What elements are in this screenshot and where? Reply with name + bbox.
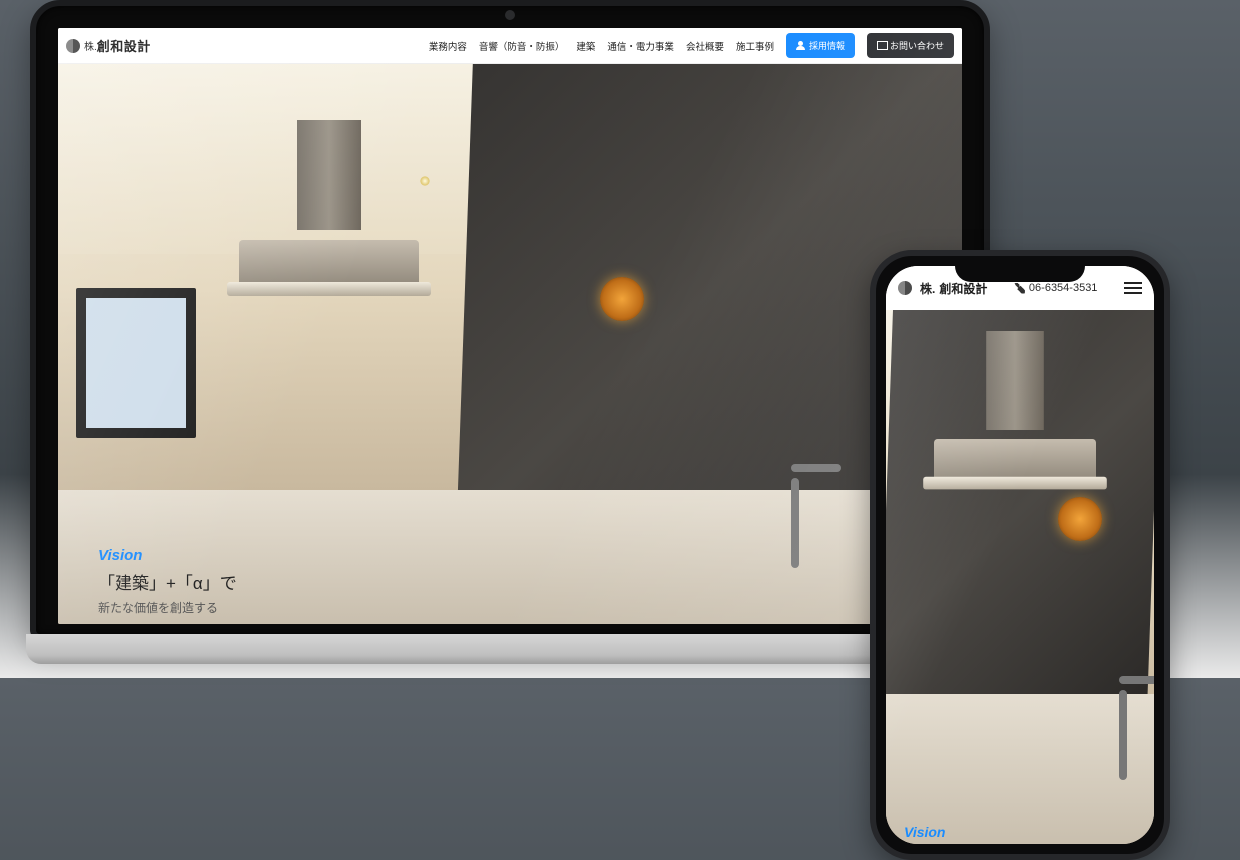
logo-icon [66, 39, 80, 53]
vision-headline: 「建築」+「α」で [98, 570, 237, 597]
range-hood [239, 120, 419, 290]
mobile-phone-link[interactable]: 06-6354-3531 [1014, 282, 1098, 294]
nav-item-architecture[interactable]: 建築 [576, 39, 595, 53]
range-hood [934, 331, 1096, 484]
range-hood-rim [227, 282, 431, 296]
laptop-base [26, 634, 994, 664]
hamburger-line-icon [1124, 282, 1142, 284]
laptop-screen: 株. 創和設計 業務内容 音響（防音・防振） 建築 通信・電力事業 会社概要 施… [58, 28, 962, 624]
mobile-hero: Vision [886, 310, 1154, 844]
faucet-icon [791, 478, 799, 568]
ceiling-light-icon [420, 176, 430, 186]
phone-mockup: 株. 創和設計 06-6354-3531 [870, 250, 1170, 860]
laptop-mockup: 株. 創和設計 業務内容 音響（防音・防振） 建築 通信・電力事業 会社概要 施… [30, 0, 990, 640]
range-hood-duct [297, 120, 361, 230]
laptop-camera [505, 10, 515, 20]
vision-label: Vision [98, 544, 237, 568]
mail-icon [877, 41, 886, 50]
range-hood-duct [986, 331, 1044, 430]
pendant-light-icon [1058, 497, 1102, 541]
hero-countertop [886, 694, 1154, 844]
hero-window [76, 288, 196, 438]
recruit-button-label: 採用情報 [809, 39, 845, 52]
nav-item-services[interactable]: 業務内容 [429, 39, 467, 53]
logo-prefix: 株. [84, 38, 97, 53]
phone-icon [1014, 283, 1025, 294]
faucet-icon [1119, 690, 1127, 780]
person-icon [796, 41, 805, 50]
logo-text: 創和設計 [97, 36, 151, 55]
hamburger-menu-button[interactable] [1124, 282, 1142, 294]
contact-button[interactable]: お問い合わせ [867, 33, 954, 58]
vision-subline: 新たな価値を創造する [98, 599, 237, 618]
contact-button-label: お問い合わせ [890, 39, 944, 52]
range-hood-rim [923, 477, 1107, 490]
hamburger-line-icon [1124, 287, 1142, 289]
mobile-logo[interactable]: 株. 創和設計 [898, 280, 987, 297]
nav-item-works[interactable]: 施工事例 [736, 39, 774, 53]
mobile-logo-text: 創和設計 [939, 280, 987, 297]
mobile-phone-number: 06-6354-3531 [1029, 282, 1098, 294]
vision-block: Vision 「建築」+「α」で 新たな価値を創造する [98, 544, 237, 618]
logo-icon [898, 281, 912, 295]
nav-item-acoustics[interactable]: 音響（防音・防振） [479, 39, 565, 53]
hamburger-line-icon [1124, 292, 1142, 294]
phone-notch [955, 256, 1085, 282]
primary-nav: 業務内容 音響（防音・防振） 建築 通信・電力事業 会社概要 施工事例 採用情報… [429, 33, 954, 58]
nav-item-telecom-power[interactable]: 通信・電力事業 [607, 39, 674, 53]
mobile-logo-prefix: 株. [920, 280, 935, 297]
mobile-vision-label: Vision [904, 824, 946, 840]
recruit-button[interactable]: 採用情報 [786, 33, 855, 58]
site-header: 株. 創和設計 業務内容 音響（防音・防振） 建築 通信・電力事業 会社概要 施… [58, 28, 962, 64]
pendant-light-icon [600, 277, 644, 321]
nav-item-company[interactable]: 会社概要 [686, 39, 724, 53]
hero-section: Vision 「建築」+「α」で 新たな価値を創造する [58, 64, 962, 624]
phone-screen: 株. 創和設計 06-6354-3531 [886, 266, 1154, 844]
